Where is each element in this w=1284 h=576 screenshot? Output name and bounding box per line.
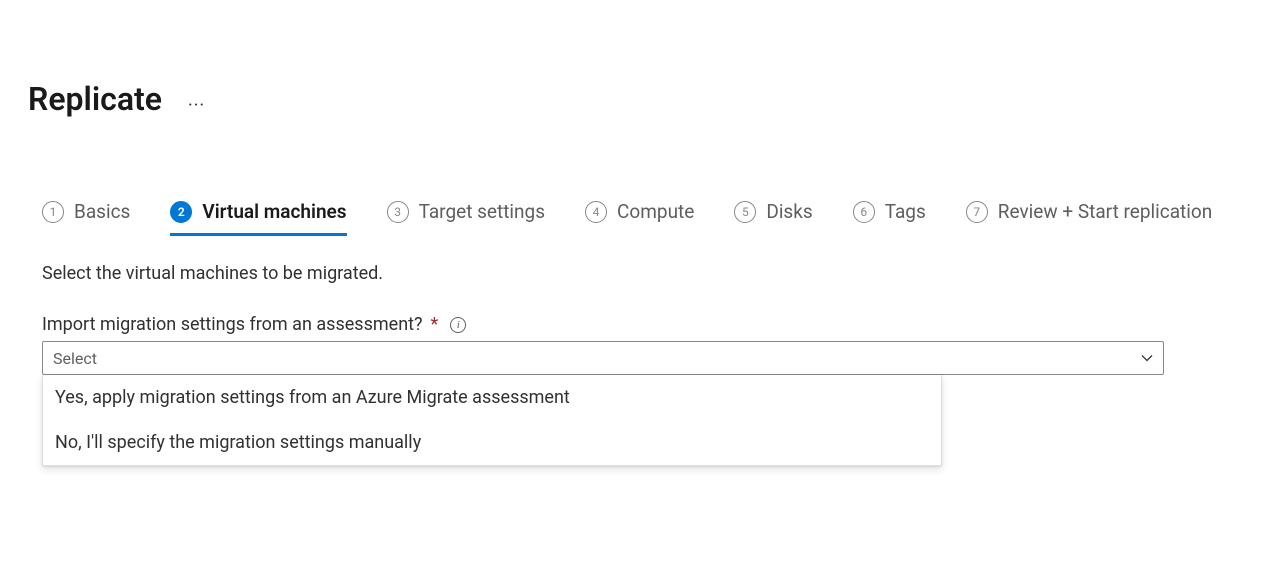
tab-label: Disks: [766, 200, 812, 223]
tab-label: Compute: [617, 200, 694, 223]
tab-tags[interactable]: 6 Tags: [853, 200, 926, 236]
info-icon[interactable]: i: [450, 317, 466, 333]
import-assessment-select[interactable]: Select: [42, 341, 1164, 375]
tab-label: Tags: [885, 200, 926, 223]
tab-review-start-replication[interactable]: 7 Review + Start replication: [966, 200, 1212, 236]
option-no-specify-manually[interactable]: No, I'll specify the migration settings …: [43, 420, 941, 465]
chevron-down-icon: [1141, 352, 1153, 364]
field-label-row: Import migration settings from an assess…: [42, 314, 1256, 335]
tab-label: Basics: [74, 200, 130, 223]
wizard-tabs: 1 Basics 2 Virtual machines 3 Target set…: [28, 200, 1256, 233]
step-number-badge: 3: [387, 201, 409, 223]
tab-label: Target settings: [419, 200, 545, 223]
tab-content: Select the virtual machines to be migrat…: [28, 263, 1256, 375]
step-number-badge: 1: [42, 201, 64, 223]
step-number-badge: 7: [966, 201, 988, 223]
instruction-text: Select the virtual machines to be migrat…: [42, 263, 1256, 284]
tab-compute[interactable]: 4 Compute: [585, 200, 694, 236]
title-row: Replicate ···: [28, 80, 1256, 118]
tab-disks[interactable]: 5 Disks: [734, 200, 812, 236]
select-placeholder: Select: [53, 349, 97, 368]
required-mark: *: [431, 314, 439, 335]
tab-basics[interactable]: 1 Basics: [42, 200, 130, 236]
option-yes-apply-assessment[interactable]: Yes, apply migration settings from an Az…: [43, 375, 941, 420]
step-number-badge: 5: [734, 201, 756, 223]
step-number-badge: 6: [853, 201, 875, 223]
import-assessment-dropdown-wrap: Select Yes, apply migration settings fro…: [42, 341, 1164, 375]
tab-label: Virtual machines: [202, 200, 346, 223]
step-number-badge: 2: [170, 201, 192, 223]
import-assessment-options: Yes, apply migration settings from an Az…: [42, 375, 942, 466]
import-assessment-label: Import migration settings from an assess…: [42, 314, 423, 335]
step-number-badge: 4: [585, 201, 607, 223]
tab-target-settings[interactable]: 3 Target settings: [387, 200, 545, 236]
more-actions-icon[interactable]: ···: [188, 95, 205, 116]
tab-label: Review + Start replication: [998, 200, 1212, 223]
tab-virtual-machines[interactable]: 2 Virtual machines: [170, 200, 346, 236]
page-title: Replicate: [28, 80, 162, 118]
